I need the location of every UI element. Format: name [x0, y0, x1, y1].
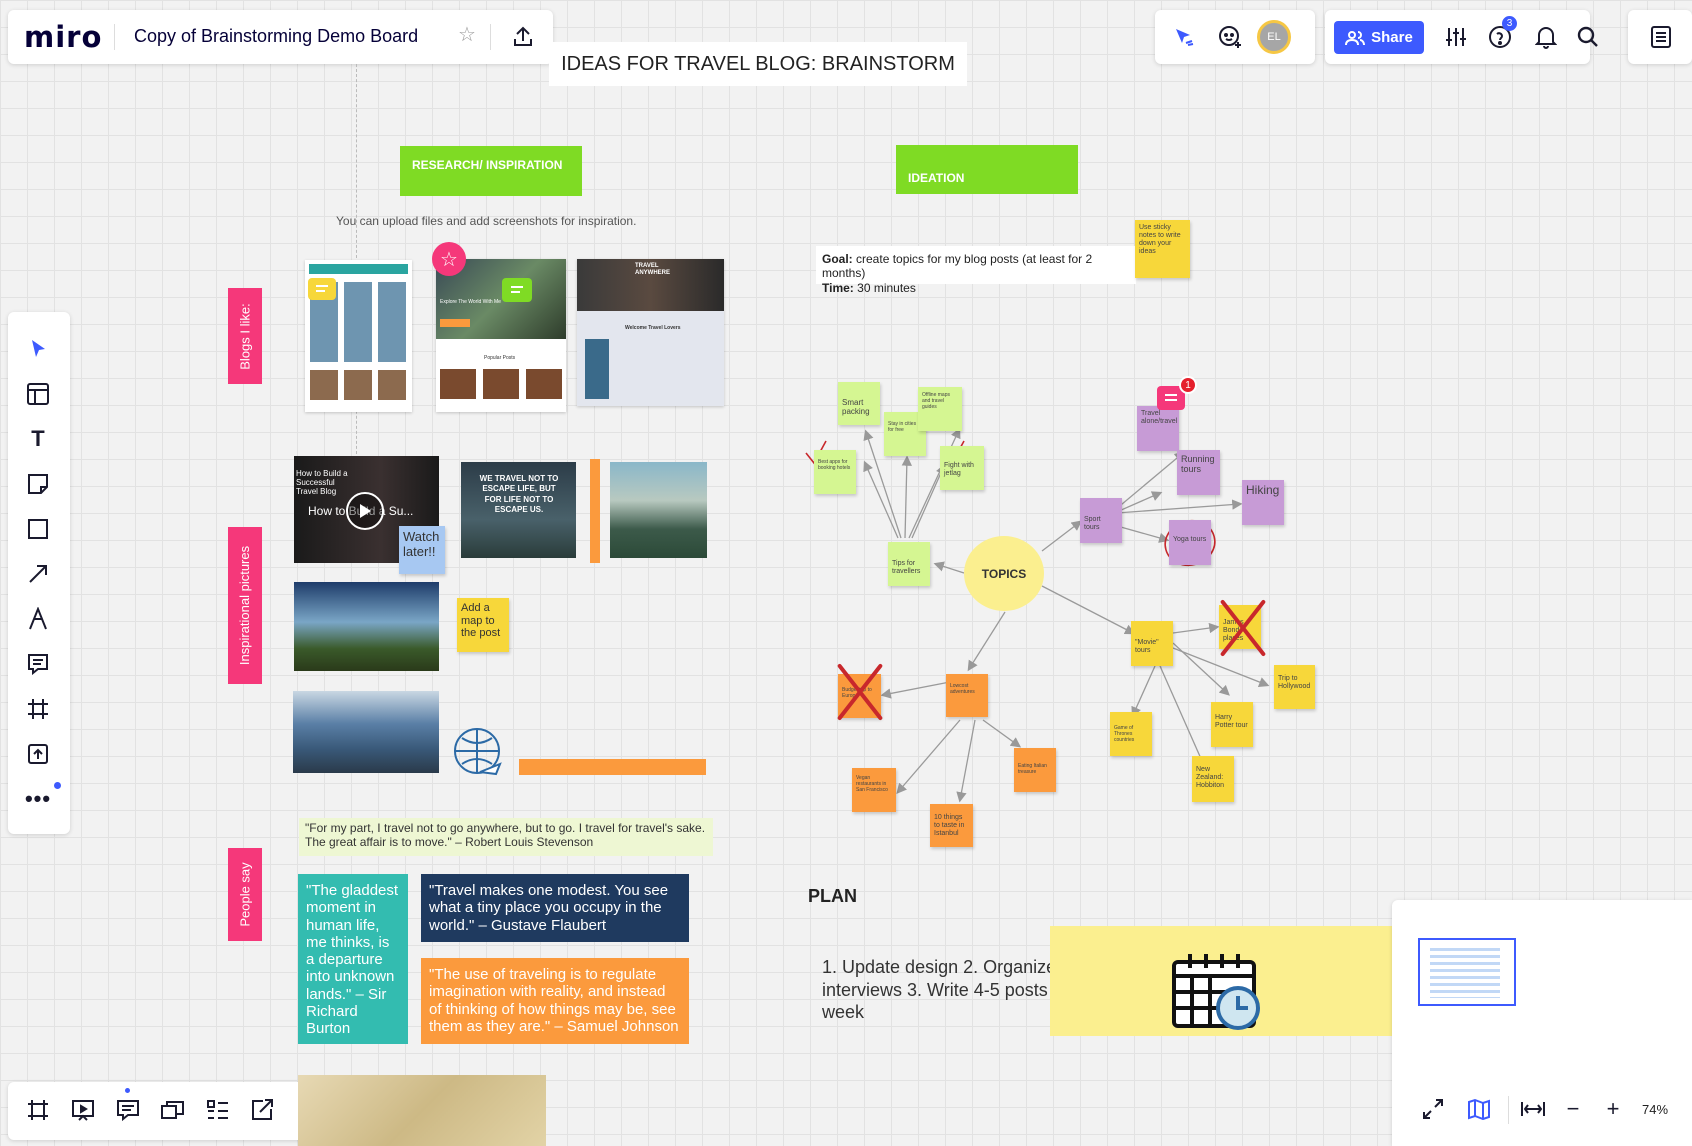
lowcost-sticky[interactable]: Lowcost adventures — [946, 674, 988, 717]
divider — [1508, 1096, 1509, 1124]
map-icon[interactable] — [1464, 1094, 1494, 1124]
hiking-sticky[interactable]: Hiking — [1242, 480, 1284, 525]
fit-width-icon[interactable] — [1518, 1094, 1548, 1124]
crossed-out-mark — [1221, 597, 1265, 657]
best-apps-sticky[interactable]: Best apps for booking hotels — [814, 450, 856, 494]
zoom-level[interactable]: 74% — [1642, 1102, 1668, 1117]
hollywood-sticky[interactable]: Trip to Hollywood — [1274, 665, 1315, 709]
italian-sticky[interactable]: Eating Italian treasure — [1014, 748, 1056, 792]
nz-sticky[interactable]: New Zealand: Hobbiton — [1192, 756, 1234, 802]
comment-count-badge: 1 — [1179, 376, 1197, 394]
travel-alone-sticky[interactable]: Travel alone/travel — [1137, 406, 1179, 451]
harry-potter-sticky[interactable]: Harry Potter tour — [1211, 702, 1253, 747]
vegan-sticky[interactable]: Vegan restaurants in San Francisco — [852, 768, 896, 812]
plan-title[interactable]: PLAN — [808, 886, 857, 907]
jetlag-sticky[interactable]: Fight with jetlag — [940, 446, 984, 490]
running-tours-sticky[interactable]: Running tours — [1177, 450, 1220, 495]
zoom-in-icon[interactable]: + — [1598, 1094, 1628, 1124]
minimap-content — [1430, 948, 1500, 998]
zoom-out-icon[interactable]: − — [1558, 1094, 1588, 1124]
movie-tours-sticky[interactable]: "Movie" tours — [1131, 621, 1173, 666]
fit-to-screen-icon[interactable] — [1418, 1094, 1448, 1124]
got-sticky[interactable]: Game of Thrones countries — [1110, 712, 1152, 756]
tips-sticky[interactable]: Tips for travellers — [888, 542, 930, 586]
smart-packing-sticky[interactable]: Smart packing — [838, 382, 880, 425]
topics-node[interactable]: TOPICS — [964, 536, 1044, 611]
sport-tours-sticky[interactable]: Sport tours — [1080, 498, 1122, 543]
yoga-tours-sticky[interactable]: Yoga tours — [1169, 520, 1211, 565]
crossed-out-mark — [838, 661, 882, 721]
offline-maps-sticky[interactable]: Offline maps and travel guides — [918, 387, 962, 431]
ten-things-sticky[interactable]: 10 things to taste in Istanbul — [930, 804, 973, 847]
minimap-panel: − + 74% — [1392, 900, 1692, 1146]
calendar-clock-icon[interactable] — [1170, 952, 1266, 1032]
